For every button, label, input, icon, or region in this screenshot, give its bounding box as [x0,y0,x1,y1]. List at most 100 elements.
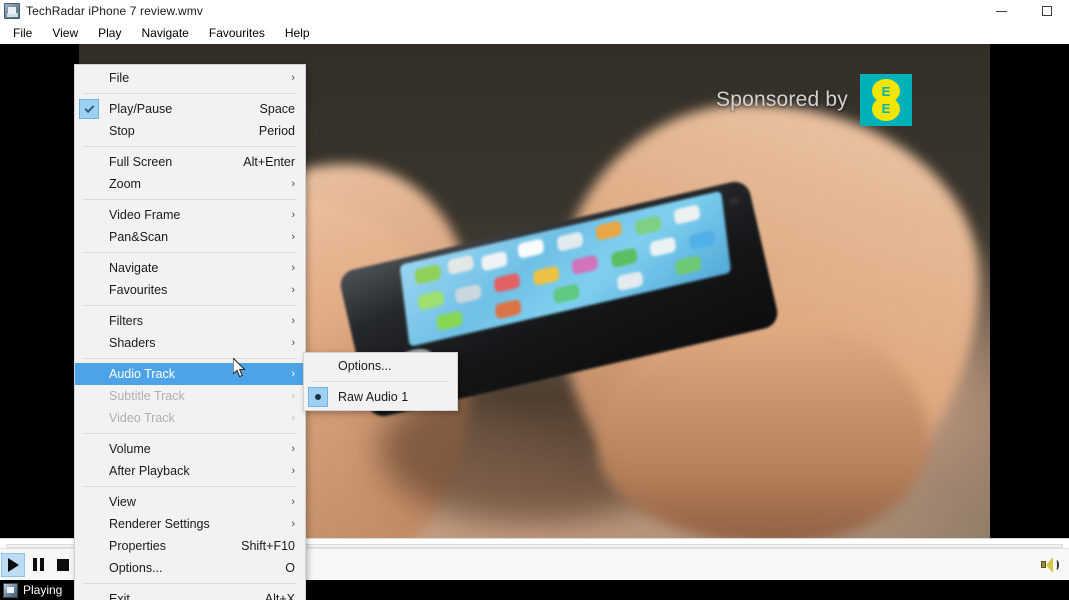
menu-item-label: Options... [109,561,163,575]
menu-item-play-pause[interactable]: Play/Pause Space [75,98,305,120]
ee-logo-mark: E E [871,79,901,121]
menu-item-shortcut: Alt+X [264,592,295,600]
menubar-item-help[interactable]: Help [275,23,320,43]
app-icon-tile [454,283,482,305]
minimize-button[interactable] [979,0,1024,22]
menu-separator [83,583,297,584]
minimize-icon [996,10,1007,12]
menu-item-audio-track[interactable]: Audio Track › [75,363,305,385]
menu-item-options[interactable]: Options... [304,355,457,377]
speaker-flare [1046,556,1053,573]
app-icon-tile [556,231,584,252]
app-icon-tile [634,215,662,236]
app-icon-tile [595,220,623,241]
menu-bar: File View Play Navigate Favourites Help [0,22,1069,44]
menu-item-exit[interactable]: Exit Alt+X [75,588,305,600]
maximize-button[interactable] [1024,0,1069,22]
chevron-right-icon: › [291,208,295,221]
menu-item-stop[interactable]: Stop Period [75,120,305,142]
menu-item-after-playback[interactable]: After Playback › [75,460,305,482]
app-icon-tile [435,310,464,332]
menu-separator [83,358,297,359]
menu-item-label: Options... [338,359,392,373]
menu-item-shortcut: Space [259,102,295,116]
app-icon-tile [552,283,581,305]
stop-icon [57,558,69,571]
menu-item-label: Favourites [109,283,168,297]
menu-item-label: Exit [109,592,130,600]
chevron-right-icon: › [291,495,295,508]
chevron-right-icon: › [291,261,295,274]
menu-item-shortcut: Period [258,124,295,138]
menu-item-full-screen[interactable]: Full Screen Alt+Enter [75,151,305,173]
menu-item-label: Video Track [109,411,175,425]
menu-item-options[interactable]: Options... O [75,557,305,579]
chevron-right-icon: › [291,442,295,455]
menu-item-shaders[interactable]: Shaders › [75,332,305,354]
app-icon-tile [673,204,701,225]
menu-separator [83,199,297,200]
ee-logo-icon: E E [860,74,912,126]
menu-item-raw-audio-1[interactable]: Raw Audio 1 [304,386,457,408]
menu-item-filters[interactable]: Filters › [75,310,305,332]
app-icon-tile [649,236,677,258]
ee-letter-bottom: E [881,101,891,116]
chevron-right-icon: › [291,517,295,530]
menu-item-label: View [109,495,136,509]
chevron-right-icon: › [291,283,295,296]
menu-item-shortcut: Shift+F10 [241,539,295,553]
menu-item-label: Video Frame [109,208,181,222]
menu-item-volume[interactable]: Volume › [75,438,305,460]
menu-item-renderer-settings[interactable]: Renderer Settings › [75,513,305,535]
menubar-item-view[interactable]: View [42,23,88,43]
menu-item-video-frame[interactable]: Video Frame › [75,204,305,226]
menu-item-navigate[interactable]: Navigate › [75,257,305,279]
menu-item-favourites[interactable]: Favourites › [75,279,305,301]
menu-separator [83,433,297,434]
menu-item-view[interactable]: View › [75,491,305,513]
app-icon-tile [616,270,644,292]
play-button[interactable] [1,552,25,577]
title-bar: TechRadar iPhone 7 review.wmv [0,0,1069,22]
chevron-right-icon: › [291,367,295,380]
menu-item-pan-scan[interactable]: Pan&Scan › [75,226,305,248]
menubar-item-play[interactable]: Play [88,23,131,43]
menu-separator [83,146,297,147]
menu-item-zoom[interactable]: Zoom › [75,173,305,195]
stop-button[interactable] [51,553,75,577]
menu-item-label: After Playback [109,464,190,478]
app-icon-tile [414,263,442,285]
speaker-icon[interactable] [1041,556,1059,573]
maximize-icon [1041,6,1052,16]
menu-item-subtitle-track: Subtitle Track › [75,385,305,407]
menu-item-label: Audio Track [109,367,176,381]
menubar-item-file[interactable]: File [3,23,42,43]
menu-item-shortcut: Alt+Enter [243,155,295,169]
pause-button[interactable] [26,553,50,577]
menu-item-properties[interactable]: Properties Shift+F10 [75,535,305,557]
menu-item-label: Stop [109,124,135,138]
app-icon-tile [674,255,702,276]
playback-status: Playing [23,583,63,597]
menubar-item-favourites[interactable]: Favourites [199,23,275,43]
menu-item-label: Full Screen [109,155,173,169]
menubar-item-navigate[interactable]: Navigate [131,23,198,43]
window-controls [979,0,1069,22]
check-icon [79,99,99,119]
context-menu: File › Play/Pause Space Stop Period Full Scree… [74,64,306,600]
chevron-right-icon: › [291,177,295,190]
chevron-right-icon: › [291,71,295,84]
menu-item-label: Raw Audio 1 [338,390,409,404]
menu-item-file[interactable]: File › [75,67,305,89]
app-icon-tile [480,250,508,272]
chevron-right-icon: › [291,230,295,243]
play-icon [7,557,19,572]
app-icon-tile [517,238,545,259]
sponsor-watermark: Sponsored by E E [716,74,912,126]
audio-track-submenu: Options... Raw Audio 1 [303,352,458,411]
app-icon-tile [493,272,521,294]
app-icon-tile [610,247,638,269]
menu-separator [83,93,297,94]
menu-item-label: File [109,71,130,85]
app-icon-tile [532,265,560,287]
